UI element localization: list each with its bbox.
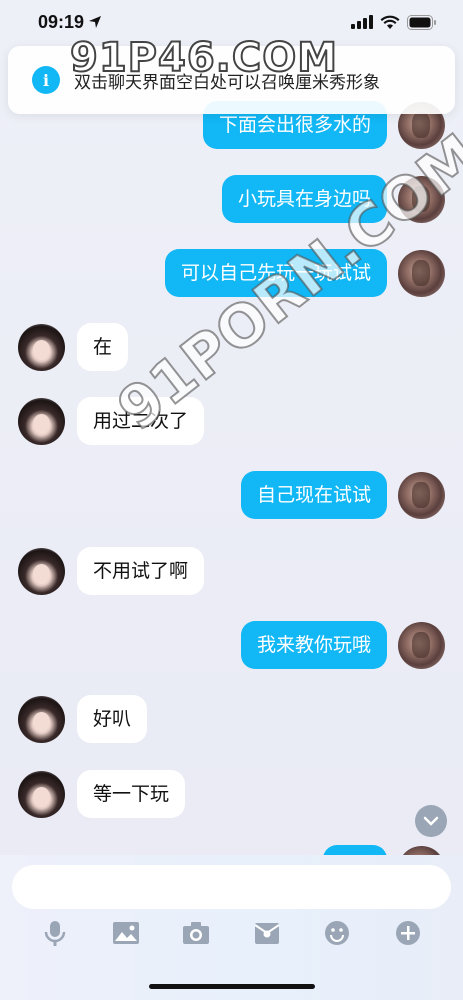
message-bubble[interactable]: 好叭 [77, 695, 148, 743]
message-bubble[interactable]: 我来教你玩哦 [240, 621, 387, 669]
message-bubble[interactable]: 不用试了啊 [77, 547, 205, 595]
scroll-to-bottom-button[interactable] [415, 805, 447, 837]
microphone-icon[interactable] [40, 918, 70, 948]
avatar[interactable] [398, 621, 445, 669]
plus-icon[interactable] [393, 918, 423, 948]
message-outgoing-partial [323, 845, 445, 855]
message-outgoing: 我来教你玩哦 [240, 621, 445, 669]
avatar[interactable] [18, 323, 65, 371]
chevron-down-icon [423, 816, 439, 826]
message-input[interactable] [12, 865, 451, 909]
input-panel [0, 855, 463, 1000]
message-bubble[interactable] [323, 845, 387, 855]
emoji-icon[interactable] [322, 918, 352, 948]
avatar[interactable] [398, 249, 445, 297]
avatar[interactable] [18, 770, 65, 818]
message-bubble[interactable]: 等一下玩 [77, 770, 186, 818]
message-incoming: 好叭 [18, 695, 148, 743]
home-indicator [149, 984, 315, 989]
red-packet-icon[interactable] [252, 918, 282, 948]
input-toolbar [0, 915, 463, 951]
avatar[interactable] [398, 471, 445, 519]
image-icon[interactable] [111, 918, 141, 948]
avatar[interactable] [18, 397, 65, 445]
message-incoming: 等一下玩 [18, 770, 186, 818]
message-bubble[interactable]: 在 [77, 323, 129, 371]
avatar[interactable] [18, 547, 65, 595]
message-outgoing: 自己现在试试 [240, 471, 445, 519]
message-incoming: 不用试了啊 [18, 547, 205, 595]
avatar[interactable] [398, 845, 445, 855]
message-bubble[interactable]: 自己现在试试 [240, 471, 387, 519]
chat-area[interactable]: 下面会出很多水的 小玩具在身边吗 可以自己先玩一玩试试 在 用过二次了 自己现在… [0, 0, 463, 855]
watermark-primary: 91P46.COM [69, 34, 339, 82]
message-incoming: 在 [18, 323, 129, 371]
info-icon: i [32, 66, 60, 94]
avatar[interactable] [18, 695, 65, 743]
camera-icon[interactable] [181, 918, 211, 948]
